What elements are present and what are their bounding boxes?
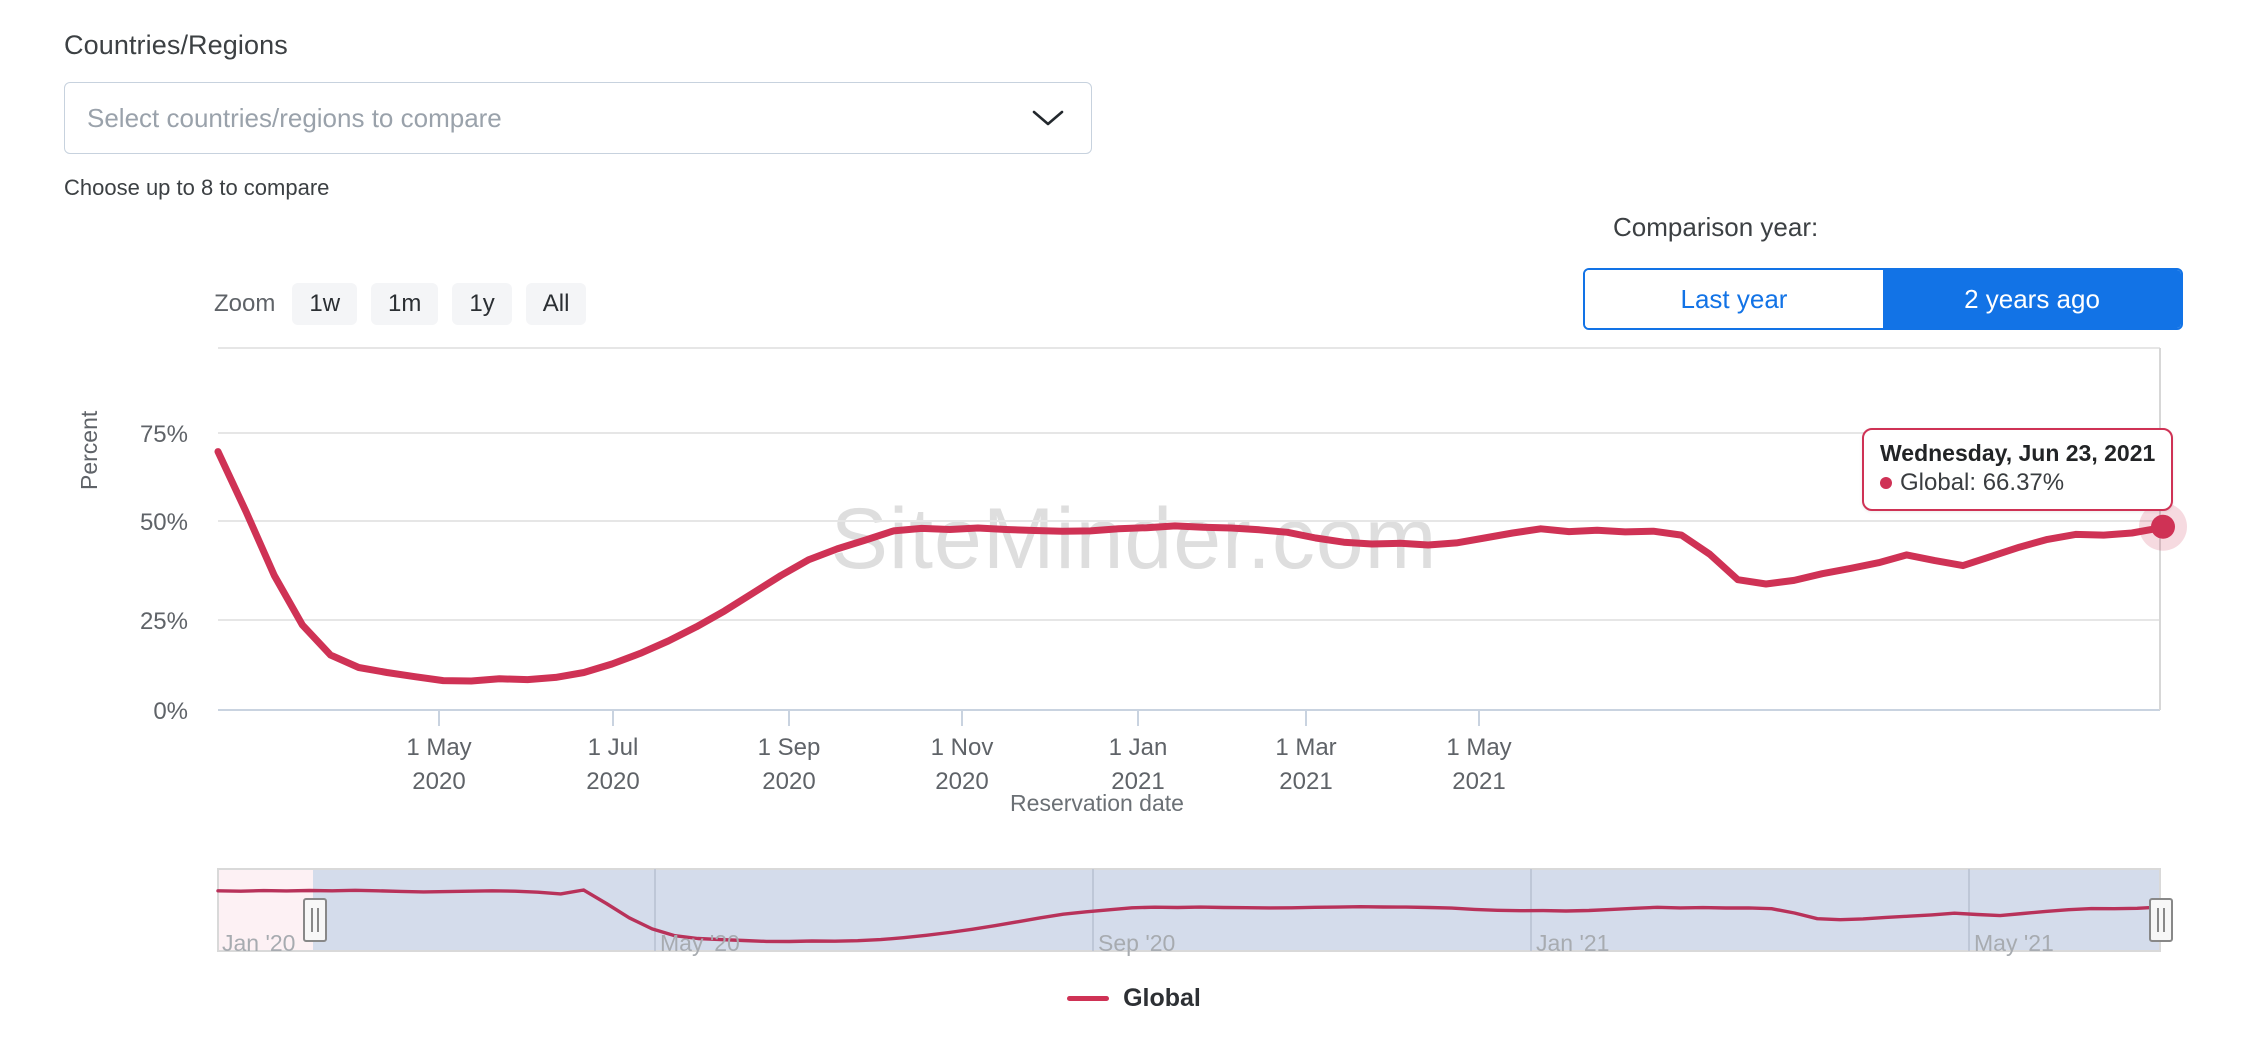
navigator-label-jan-21: Jan '21 [1536, 930, 1610, 956]
zoom-button-all[interactable]: All [525, 283, 587, 325]
chart-tooltip: Wednesday, Jun 23, 2021 Global: 66.37% [1862, 428, 2174, 511]
y-tick-75: 75% [140, 421, 188, 448]
legend-line-icon-global [1067, 996, 1110, 1001]
comparison-year-label: Comparison year: [1613, 212, 1819, 242]
x-tick-5-line1: 1 Mar [1275, 734, 1336, 761]
countries-regions-select[interactable]: Select countries/regions to compare [64, 82, 1092, 154]
tooltip-series-value: Global: 66.37% [1900, 468, 2065, 496]
chart-navigator[interactable]: Jan '20 May '20 Sep '20 Jan '21 May '21 [0, 860, 2268, 970]
tooltip-date: Wednesday, Jun 23, 2021 [1880, 440, 2156, 466]
countries-regions-label: Countries/Regions [64, 30, 288, 60]
tooltip-series-row: Global: 66.37% [1880, 468, 2155, 498]
x-axis-title: Reservation date [0, 790, 2268, 817]
zoom-button-1m[interactable]: 1m [371, 283, 439, 325]
zoom-label: Zoom [214, 289, 276, 317]
zoom-button-1w[interactable]: 1w [292, 283, 358, 325]
x-tick-4-line1: 1 Jan [1109, 734, 1168, 761]
navigator-label-jan-20: Jan '20 [222, 930, 296, 956]
x-axis-title-text: Reservation date [1010, 790, 1184, 816]
countries-regions-help-text: Choose up to 8 to compare [64, 175, 330, 200]
y-tick-50: 50% [140, 509, 188, 536]
chart-plot-area[interactable]: 75% 50% 25% 0% 1 May 2020 1 Jul 2020 1 S… [0, 330, 2268, 830]
chart-svg: 75% 50% 25% 0% 1 May 2020 1 Jul 2020 1 S… [140, 347, 2187, 795]
zoom-button-1y[interactable]: 1y [452, 283, 512, 325]
comparison-year-toggle[interactable]: Last year 2 years ago [1583, 268, 2183, 330]
chart-legend[interactable]: Global [0, 984, 2268, 1013]
legend-label-global[interactable]: Global [1123, 984, 1201, 1013]
tooltip-series-dot-icon [1880, 476, 1892, 489]
navigator-label-may-20: May '20 [660, 930, 740, 956]
countries-regions-placeholder: Select countries/regions to compare [87, 102, 502, 133]
y-tick-25: 25% [140, 608, 188, 635]
x-tick-1-line1: 1 Jul [588, 734, 639, 761]
navigator-label-may-21: May '21 [1974, 930, 2054, 956]
x-axis-ticks [438, 710, 1480, 726]
navigator-handle-left[interactable] [303, 898, 327, 942]
navigator-selected-range [313, 869, 2160, 951]
y-axis-title: Percent [76, 410, 102, 490]
x-tick-0-line1: 1 May [406, 734, 471, 761]
x-tick-6-line1: 1 May [1446, 734, 1511, 761]
x-tick-3-line1: 1 Nov [931, 734, 994, 761]
y-axis-tick-labels: 75% 50% 25% 0% [140, 421, 188, 725]
chevron-down-icon [1032, 110, 1064, 126]
percent-reservations-chart-page: Countries/Regions Select countries/regio… [0, 0, 2268, 1048]
comparison-option-last-year[interactable]: Last year [1585, 270, 1883, 328]
navigator-handle-right[interactable] [2149, 898, 2173, 942]
comparison-option-2-years-ago[interactable]: 2 years ago [1883, 270, 2181, 328]
x-tick-2-line1: 1 Sep [758, 734, 821, 761]
zoom-range-selector: Zoom 1w 1m 1y All [214, 283, 587, 325]
navigator-label-sep-20: Sep '20 [1098, 930, 1176, 956]
y-tick-0: 0% [153, 698, 188, 725]
